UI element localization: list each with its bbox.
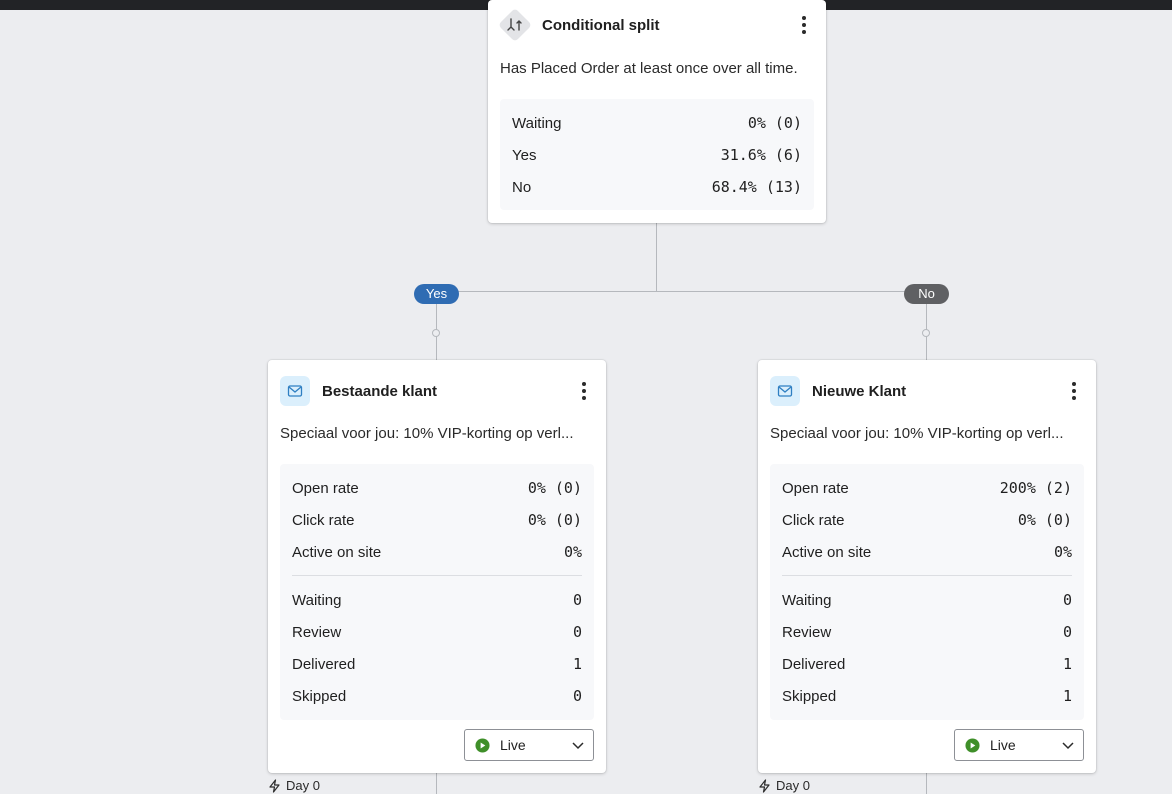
no-branch-connector-bottom: [926, 773, 927, 794]
stat-label: Yes: [512, 146, 537, 164]
live-play-icon: [965, 737, 980, 753]
email-stat-open-rate: Open rate 0% (0): [292, 472, 582, 504]
email-stat-delivered: Delivered 1: [782, 648, 1072, 680]
email-stat-active-on-site: Active on site 0%: [292, 536, 582, 568]
split-arrows-icon: [498, 8, 532, 42]
stat-label: Open rate: [782, 479, 849, 497]
stat-label: Skipped: [292, 687, 347, 705]
email-stat-skipped: Skipped 0: [292, 680, 582, 712]
stat-label: Click rate: [292, 511, 355, 529]
delay-text: Day 0: [286, 778, 320, 793]
stat-value: 0: [572, 687, 582, 705]
status-dropdown[interactable]: Live: [954, 729, 1084, 761]
email-stat-waiting: Waiting 0: [292, 584, 582, 616]
email-stat-review: Review 0: [292, 616, 582, 648]
delay-label-yes-branch: Day 0: [268, 778, 320, 793]
yes-branch-badge: Yes: [414, 284, 459, 304]
chevron-down-icon: [1062, 742, 1074, 750]
email-card-bestaande-klant[interactable]: Bestaande klant Speciaal voor jou: 10% V…: [268, 360, 606, 773]
live-play-icon: [475, 737, 490, 753]
stat-value: 0% (0): [527, 479, 582, 497]
split-connector-vertical: [656, 223, 657, 292]
email-subject: Speciaal voor jou: 10% VIP-korting op ve…: [280, 425, 574, 442]
stat-label: Click rate: [782, 511, 845, 529]
stat-value: 0: [1062, 623, 1072, 641]
stat-value: 68.4% (13): [711, 178, 802, 196]
delay-text: Day 0: [776, 778, 810, 793]
stat-value: 1: [1062, 687, 1072, 705]
branch-connector-horizontal: [436, 291, 927, 292]
email-title: Bestaande klant: [322, 382, 438, 400]
stat-label: Active on site: [782, 543, 872, 561]
stat-label: Review: [782, 623, 832, 641]
stat-label: Delivered: [782, 655, 846, 673]
split-stat-waiting: Waiting 0% (0): [512, 107, 802, 139]
stat-value: 0: [1062, 591, 1072, 609]
split-condition-text: Has Placed Order at least once over all …: [500, 60, 798, 77]
stats-divider: [782, 575, 1072, 576]
yes-branch-drop-point[interactable]: [432, 329, 440, 337]
stat-value: 0: [572, 623, 582, 641]
stat-value: 0: [572, 591, 582, 609]
email-stat-active-on-site: Active on site 0%: [782, 536, 1072, 568]
email-card-nieuwe-klant[interactable]: Nieuwe Klant Speciaal voor jou: 10% VIP-…: [758, 360, 1096, 773]
email-stats: Open rate 0% (0) Click rate 0% (0) Activ…: [280, 464, 594, 720]
email-more-menu-icon[interactable]: [574, 379, 594, 403]
envelope-icon: [770, 376, 800, 406]
status-label: Live: [500, 737, 526, 753]
stat-label: Waiting: [782, 591, 832, 609]
stat-label: Waiting: [512, 114, 562, 132]
stat-value: 200% (2): [999, 479, 1072, 497]
stat-value: 1: [1062, 655, 1072, 673]
lightning-icon: [269, 778, 280, 793]
email-stat-open-rate: Open rate 200% (2): [782, 472, 1072, 504]
stat-label: Open rate: [292, 479, 359, 497]
chevron-down-icon: [572, 742, 584, 750]
stat-label: Waiting: [292, 591, 342, 609]
stats-divider: [292, 575, 582, 576]
split-title: Conditional split: [542, 16, 660, 34]
email-stat-review: Review 0: [782, 616, 1072, 648]
stat-value: 0% (0): [747, 114, 802, 132]
stat-label: Delivered: [292, 655, 356, 673]
stat-value: 31.6% (6): [720, 146, 802, 164]
split-stat-no: No 68.4% (13): [512, 171, 802, 203]
email-stat-click-rate: Click rate 0% (0): [782, 504, 1072, 536]
email-stat-skipped: Skipped 1: [782, 680, 1072, 712]
status-dropdown[interactable]: Live: [464, 729, 594, 761]
email-stat-click-rate: Click rate 0% (0): [292, 504, 582, 536]
envelope-icon: [280, 376, 310, 406]
email-subject: Speciaal voor jou: 10% VIP-korting op ve…: [770, 425, 1064, 442]
delay-label-no-branch: Day 0: [758, 778, 810, 793]
stat-value: 0%: [1053, 543, 1072, 561]
stat-label: Review: [292, 623, 342, 641]
stat-value: 1: [572, 655, 582, 673]
lightning-icon: [759, 778, 770, 793]
stat-label: No: [512, 178, 532, 196]
stat-value: 0% (0): [1017, 511, 1072, 529]
email-more-menu-icon[interactable]: [1064, 379, 1084, 403]
split-stat-yes: Yes 31.6% (6): [512, 139, 802, 171]
split-stats: Waiting 0% (0) Yes 31.6% (6) No 68.4% (1…: [500, 99, 814, 210]
yes-branch-connector-bottom: [436, 773, 437, 794]
stat-value: 0%: [563, 543, 582, 561]
no-branch-badge: No: [904, 284, 949, 304]
email-title: Nieuwe Klant: [812, 382, 907, 400]
status-label: Live: [990, 737, 1016, 753]
conditional-split-card[interactable]: Conditional split Has Placed Order at le…: [488, 0, 826, 223]
stat-label: Skipped: [782, 687, 837, 705]
email-stat-waiting: Waiting 0: [782, 584, 1072, 616]
split-more-menu-icon[interactable]: [794, 13, 814, 37]
email-stat-delivered: Delivered 1: [292, 648, 582, 680]
email-stats: Open rate 200% (2) Click rate 0% (0) Act…: [770, 464, 1084, 720]
stat-label: Active on site: [292, 543, 382, 561]
no-branch-drop-point[interactable]: [922, 329, 930, 337]
stat-value: 0% (0): [527, 511, 582, 529]
